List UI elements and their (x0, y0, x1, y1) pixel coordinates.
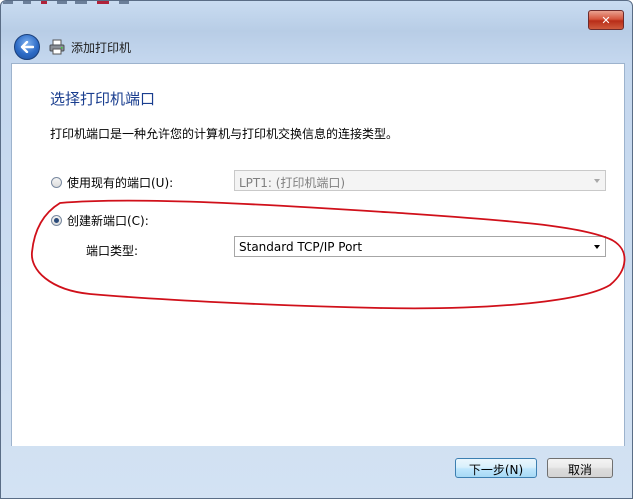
wizard-footer: 下一步(N) 取消 (11, 446, 623, 494)
navigation-bar: 添加打印机 (1, 31, 632, 63)
title-bar-decoration (75, 1, 87, 4)
title-bar: ✕ (1, 1, 632, 31)
existing-port-label[interactable]: 使用现有的端口(U): (67, 174, 173, 191)
wizard-content-panel: 选择打印机端口 打印机端口是一种允许您的计算机与打印机交换信息的连接类型。 使用… (11, 63, 625, 446)
chevron-down-icon (594, 245, 600, 249)
page-title: 选择打印机端口 (50, 90, 156, 108)
back-button[interactable] (14, 34, 40, 60)
chevron-down-icon (594, 179, 600, 183)
existing-port-radio[interactable] (51, 177, 62, 188)
next-button[interactable]: 下一步(N) (455, 458, 537, 478)
new-port-radio[interactable] (51, 215, 62, 226)
title-bar-decoration (97, 1, 109, 4)
close-icon: ✕ (601, 13, 611, 27)
existing-port-dropdown[interactable]: LPT1: (打印机端口) (234, 170, 606, 191)
port-type-label: 端口类型: (86, 244, 139, 258)
title-bar-decoration (23, 1, 31, 4)
back-arrow-icon (20, 41, 34, 53)
window-title: 添加打印机 (71, 41, 132, 55)
title-bar-decoration (41, 1, 47, 4)
title-bar-decoration (57, 1, 67, 4)
cancel-button[interactable]: 取消 (547, 458, 613, 478)
title-bar-decoration (3, 1, 13, 4)
page-description: 打印机端口是一种允许您的计算机与打印机交换信息的连接类型。 (50, 127, 399, 141)
add-printer-window: ✕ 添加打印机 选择打印机端口 打印机端口是一种允许您的计算机与打印机交换信息的… (0, 0, 633, 499)
port-type-value: Standard TCP/IP Port (239, 240, 363, 254)
existing-port-value: LPT1: (打印机端口) (239, 176, 346, 190)
close-button[interactable]: ✕ (588, 10, 624, 30)
port-type-dropdown[interactable]: Standard TCP/IP Port (234, 236, 606, 257)
printer-icon (49, 39, 65, 55)
new-port-label[interactable]: 创建新端口(C): (67, 212, 149, 229)
title-bar-decoration (119, 1, 129, 4)
